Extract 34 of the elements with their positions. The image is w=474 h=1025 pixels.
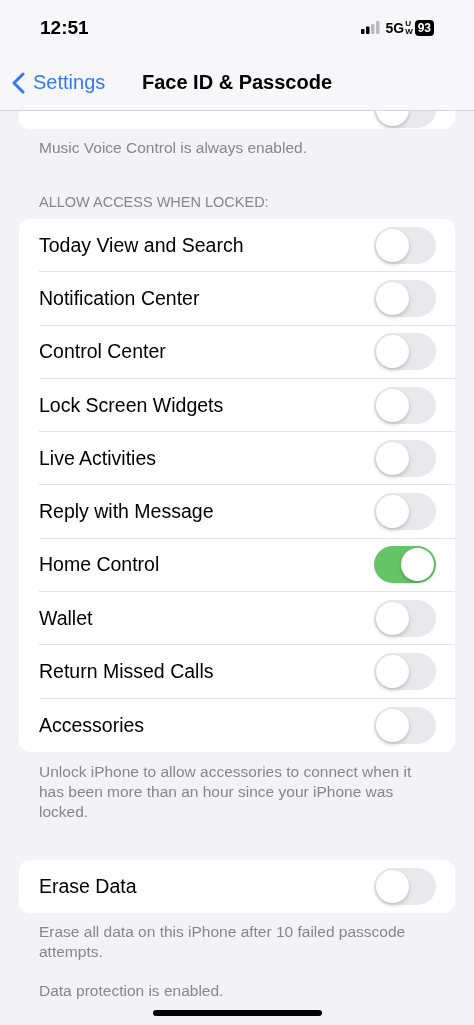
- footer-note: Music Voice Control is always enabled.: [39, 138, 308, 158]
- network-label: 5G: [385, 19, 405, 36]
- section-header: ALLOW ACCESS WHEN LOCKED:: [39, 194, 270, 210]
- footer-note: Data protection is enabled.: [39, 981, 225, 1002]
- setting-label: Today View and Search: [39, 233, 244, 257]
- toggle-switch[interactable]: [374, 226, 436, 264]
- toggle-switch[interactable]: [374, 493, 436, 531]
- toggle-switch[interactable]: [374, 546, 436, 584]
- setting-label: Erase Data: [39, 875, 137, 899]
- toggle-switch[interactable]: [374, 706, 436, 744]
- toggle-switch[interactable]: [374, 333, 436, 371]
- setting-label: Notification Center: [39, 286, 200, 310]
- toggle-switch[interactable]: [374, 386, 436, 424]
- toggle-switch[interactable]: [374, 599, 436, 637]
- battery-level: 93: [414, 19, 434, 36]
- setting-label: Live Activities: [39, 446, 157, 470]
- setting-label: Return Missed Calls: [39, 660, 214, 683]
- setting-label: Lock Screen Widgets: [39, 393, 224, 417]
- signal-icon: [360, 21, 381, 34]
- toggle-switch[interactable]: [374, 868, 436, 906]
- setting-label: Reply with Message: [39, 500, 214, 524]
- setting-label: Wallet: [39, 606, 93, 630]
- toggle-switch[interactable]: [374, 279, 436, 317]
- toggle-switch[interactable]: [374, 653, 436, 690]
- footer-note: Unlock iPhone to allow accessories to connect when it has been more than an hour since your iPhone was locked.: [39, 761, 413, 822]
- toggle-switch[interactable]: [374, 439, 436, 477]
- back-button[interactable]: Settings: [12, 71, 142, 94]
- setting-label: Control Center: [39, 340, 166, 364]
- status-time: 12:51: [40, 16, 89, 39]
- chevron-left-icon: [12, 71, 25, 94]
- page-title: Face ID & Passcode: [141, 71, 333, 94]
- setting-label: Home Control: [39, 553, 160, 577]
- footer-note: Erase all data on this iPhone after 10 failed passcode attempts.: [39, 922, 407, 963]
- setting-label: Accessories: [39, 713, 145, 737]
